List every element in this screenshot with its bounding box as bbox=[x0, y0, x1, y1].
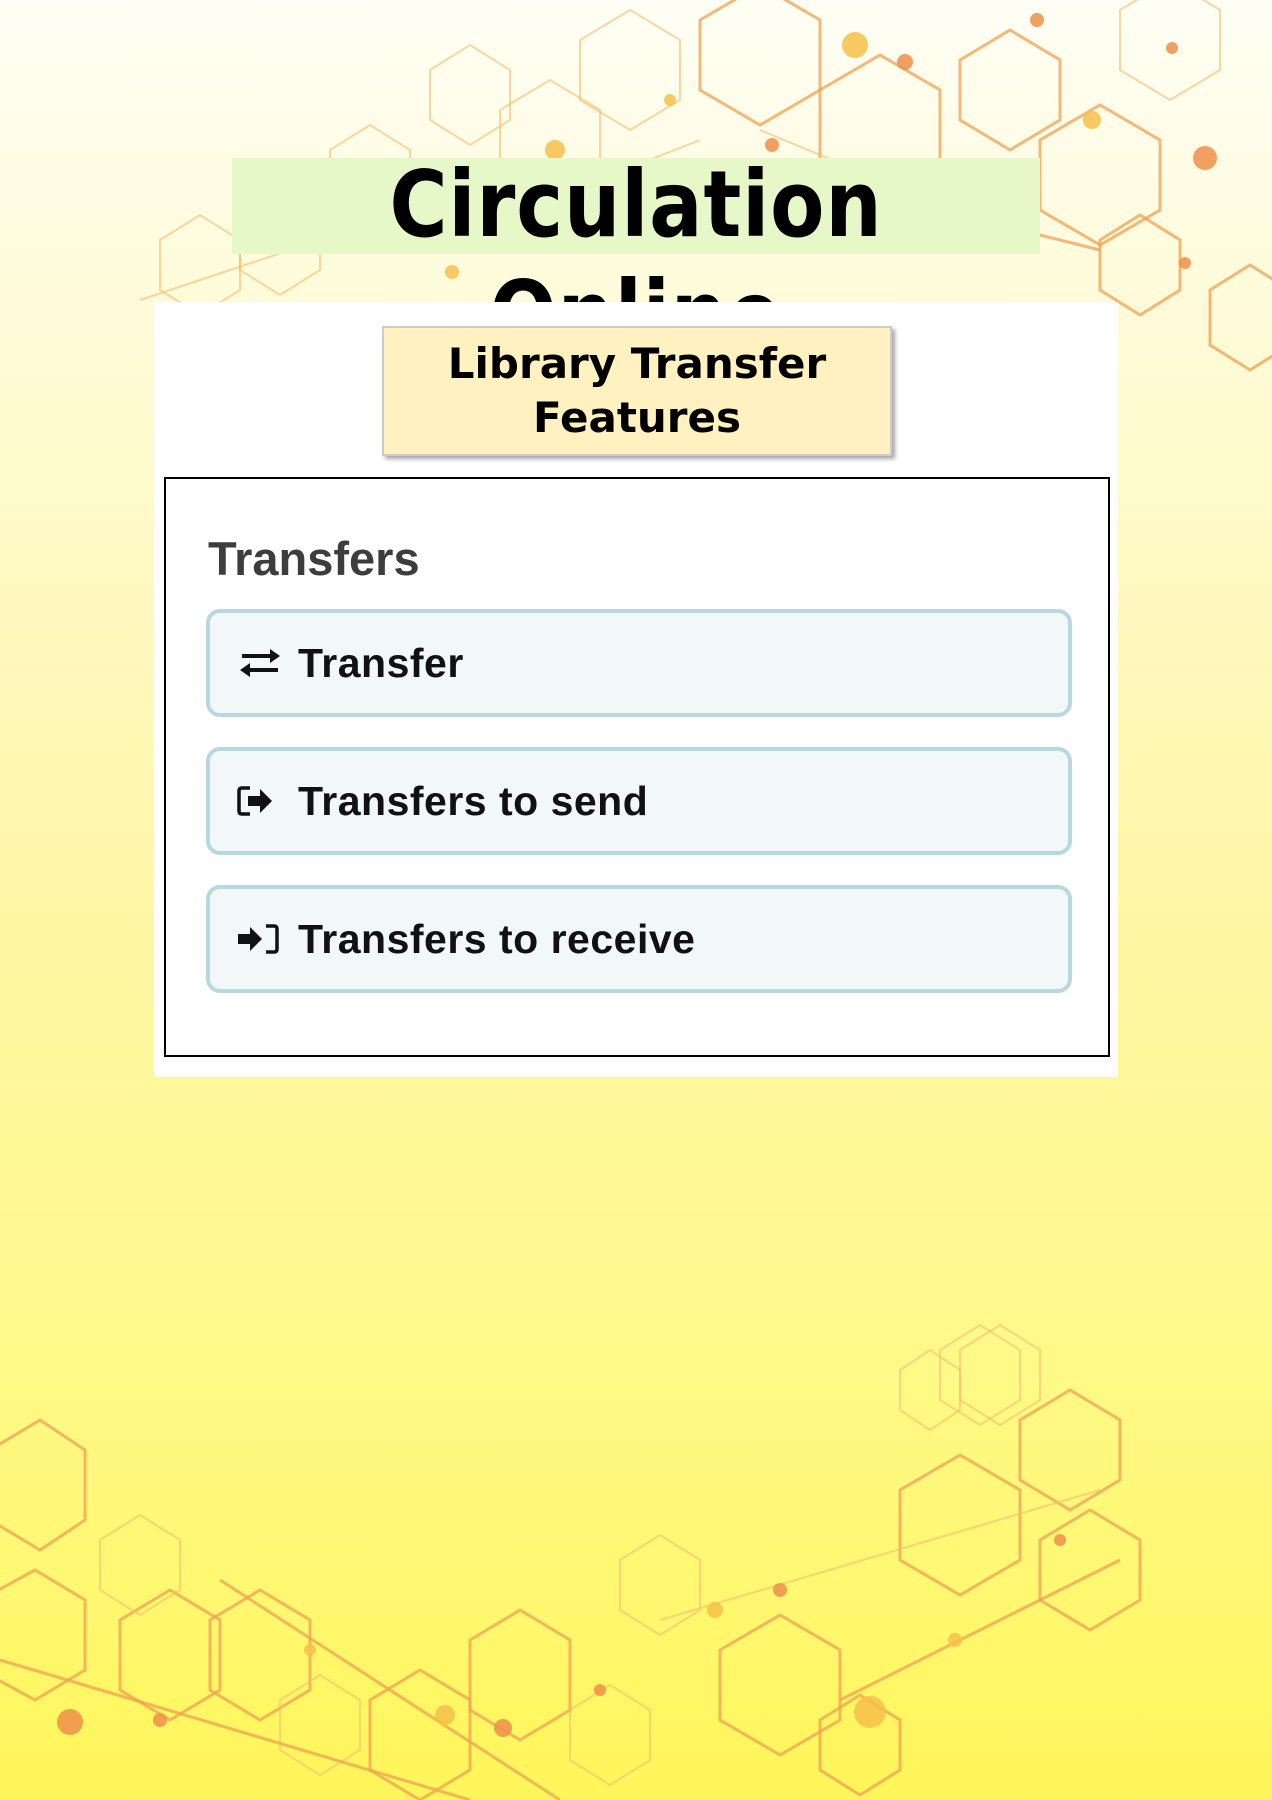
subtitle-box: Library Transfer Features bbox=[382, 326, 892, 456]
transfer-arrows-icon bbox=[236, 646, 284, 680]
content-card: Library Transfer Features Transfers Tran… bbox=[154, 302, 1118, 1077]
sign-in-icon bbox=[236, 922, 284, 956]
transfers-to-receive-button[interactable]: Transfers to receive bbox=[206, 885, 1072, 993]
transfers-to-receive-label: Transfers to receive bbox=[298, 915, 696, 962]
bottom-hexagon-cluster bbox=[0, 1323, 1142, 1800]
subtitle: Library Transfer Features bbox=[447, 339, 827, 442]
transfer-button[interactable]: Transfer bbox=[206, 609, 1072, 717]
panel-heading: Transfers bbox=[208, 532, 420, 585]
transfers-to-send-label: Transfers to send bbox=[298, 777, 649, 824]
transfers-to-send-button[interactable]: Transfers to send bbox=[206, 747, 1072, 855]
sign-out-icon bbox=[236, 784, 284, 818]
transfers-panel: Transfers Transfer Transfers to send Tra… bbox=[164, 477, 1110, 1057]
transfer-button-label: Transfer bbox=[298, 639, 464, 686]
